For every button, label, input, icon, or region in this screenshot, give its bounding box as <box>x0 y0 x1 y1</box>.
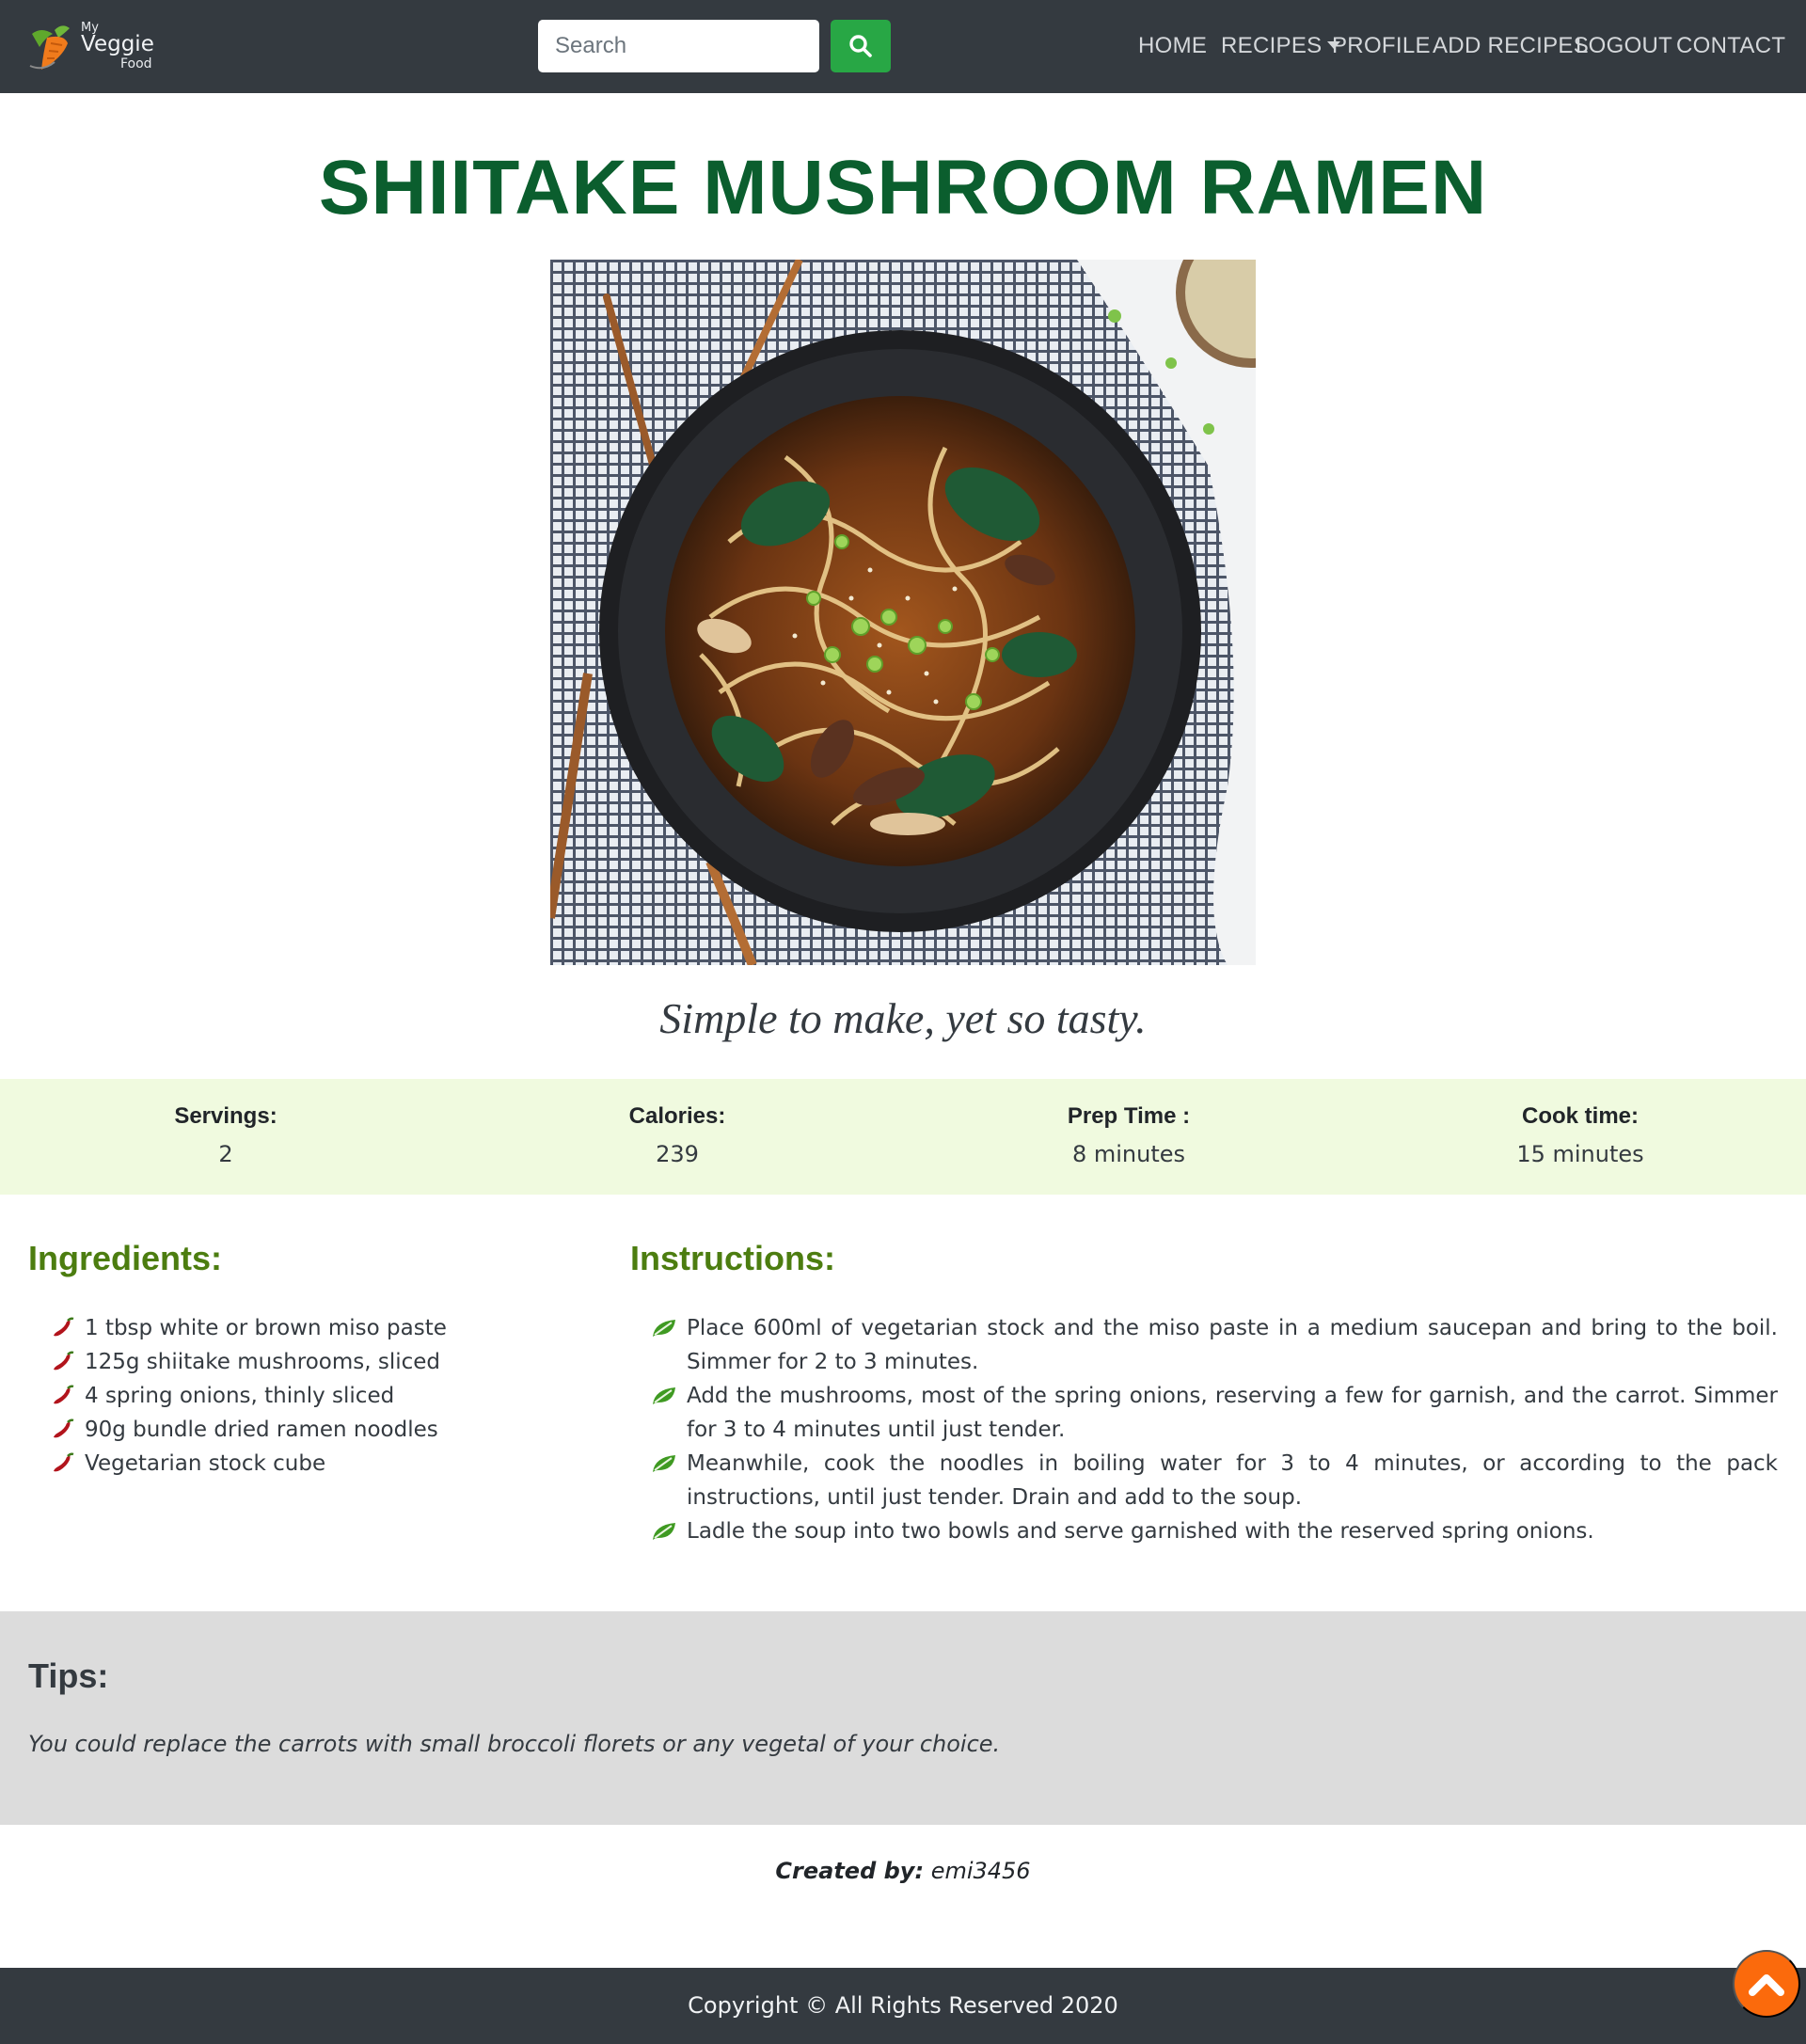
search-button[interactable] <box>831 20 891 72</box>
ingredients-list: 1 tbsp white or brown miso paste 125g sh… <box>51 1311 578 1481</box>
leaf-icon <box>653 1523 675 1540</box>
stat-calories-label: Calories: <box>628 1103 726 1129</box>
created-by: Created by: emi3456 <box>0 1855 1806 1887</box>
chili-pepper-icon <box>54 1385 74 1404</box>
instruction-text: Place 600ml of vegetarian stock and the … <box>687 1316 1778 1374</box>
created-by-label: Created by: <box>775 1858 925 1884</box>
carrot-logo-icon <box>29 25 70 70</box>
nav-profile[interactable]: PROFILE <box>1332 32 1431 60</box>
leaf-icon <box>653 1320 675 1337</box>
nav-add-recipes[interactable]: ADD RECIPES <box>1433 32 1589 60</box>
ingredient-item: 1 tbsp white or brown miso paste <box>51 1311 578 1345</box>
stat-prep-time-value: 8 minutes <box>1071 1141 1186 1167</box>
created-by-author[interactable]: emi3456 <box>931 1858 1031 1884</box>
recipe-title: SHIITAKE MUSHROOM RAMEN <box>318 145 1488 230</box>
tips-text: You could replace the carrots with small… <box>28 1731 1001 1757</box>
instruction-text: Meanwhile, cook the noodles in boiling w… <box>687 1451 1778 1510</box>
ingredient-text: 125g shiitake mushrooms, sliced <box>85 1350 441 1374</box>
nav-logout[interactable]: LOGOUT <box>1576 32 1672 60</box>
recipe-stats: Servings: 2 Calories: 239 Prep Time : 8 … <box>0 1079 1806 1195</box>
ingredients-heading: Ingredients: <box>28 1239 223 1277</box>
chevron-up-icon <box>1749 1974 1784 1996</box>
leaf-icon <box>653 1455 675 1472</box>
ingredient-text: 90g bundle dried ramen noodles <box>85 1418 438 1442</box>
instruction-step: Meanwhile, cook the noodles in boiling w… <box>651 1447 1778 1514</box>
recipe-tagline: Simple to make, yet so tasty. <box>659 994 1147 1042</box>
nav-recipes-label: RECIPES <box>1221 33 1323 58</box>
tips-section: Tips: You could replace the carrots with… <box>0 1611 1806 1825</box>
nav-contact[interactable]: CONTACT <box>1676 32 1785 60</box>
search-icon <box>849 35 872 57</box>
stat-calories: Calories: 239 <box>452 1101 903 1173</box>
recipe-image <box>550 260 1256 965</box>
ingredient-text: 1 tbsp white or brown miso paste <box>85 1316 447 1340</box>
instruction-step: Place 600ml of vegetarian stock and the … <box>651 1311 1778 1379</box>
stat-servings-label: Servings: <box>174 1103 277 1129</box>
instructions-heading: Instructions: <box>630 1239 836 1277</box>
back-to-top-button[interactable] <box>1733 1950 1800 2018</box>
logo-text-veggie: Veggie <box>81 32 154 56</box>
stat-servings: Servings: 2 <box>0 1101 452 1173</box>
chili-pepper-icon <box>54 1351 74 1371</box>
search-input[interactable] <box>538 20 819 72</box>
ingredient-text: 4 spring onions, thinly sliced <box>85 1384 395 1408</box>
instruction-step: Ladle the soup into two bowls and serve … <box>651 1514 1778 1548</box>
stat-prep-time: Prep Time : 8 minutes <box>903 1101 1354 1173</box>
stat-cook-time-value: 15 minutes <box>1516 1141 1644 1167</box>
ingredient-item: Vegetarian stock cube <box>51 1447 578 1481</box>
chili-pepper-icon <box>54 1418 74 1438</box>
stat-servings-value: 2 <box>218 1141 233 1167</box>
stat-calories-value: 239 <box>656 1141 699 1167</box>
footer-copyright: Copyright © All Rights Reserved 2020 <box>688 1992 1118 2019</box>
chili-pepper-icon <box>54 1317 74 1337</box>
nav-home[interactable]: HOME <box>1138 32 1207 60</box>
ramen-bowl-illustration <box>550 260 1256 965</box>
brand-logo[interactable]: My Veggie Food <box>26 19 166 75</box>
footer: Copyright © All Rights Reserved 2020 <box>0 1968 1806 2044</box>
ingredient-item: 125g shiitake mushrooms, sliced <box>51 1345 578 1379</box>
stat-prep-time-label: Prep Time : <box>1067 1103 1191 1129</box>
nav-recipes[interactable]: RECIPES <box>1221 32 1341 60</box>
stat-cook-time-label: Cook time: <box>1521 1103 1639 1129</box>
ingredient-text: Vegetarian stock cube <box>85 1451 326 1476</box>
navbar: My Veggie Food HOME RECIPES PROFILE ADD … <box>0 0 1806 93</box>
ingredient-item: 90g bundle dried ramen noodles <box>51 1413 578 1447</box>
instruction-text: Ladle the soup into two bowls and serve … <box>687 1519 1594 1544</box>
ingredient-item: 4 spring onions, thinly sliced <box>51 1379 578 1413</box>
tips-heading: Tips: <box>28 1656 109 1695</box>
chili-pepper-icon <box>54 1452 74 1472</box>
stat-cook-time: Cook time: 15 minutes <box>1354 1101 1806 1173</box>
instructions-list: Place 600ml of vegetarian stock and the … <box>651 1311 1778 1548</box>
leaf-icon <box>653 1387 675 1404</box>
instruction-step: Add the mushrooms, most of the spring on… <box>651 1379 1778 1447</box>
instruction-text: Add the mushrooms, most of the spring on… <box>687 1384 1778 1442</box>
logo-text-food: Food <box>120 56 152 71</box>
